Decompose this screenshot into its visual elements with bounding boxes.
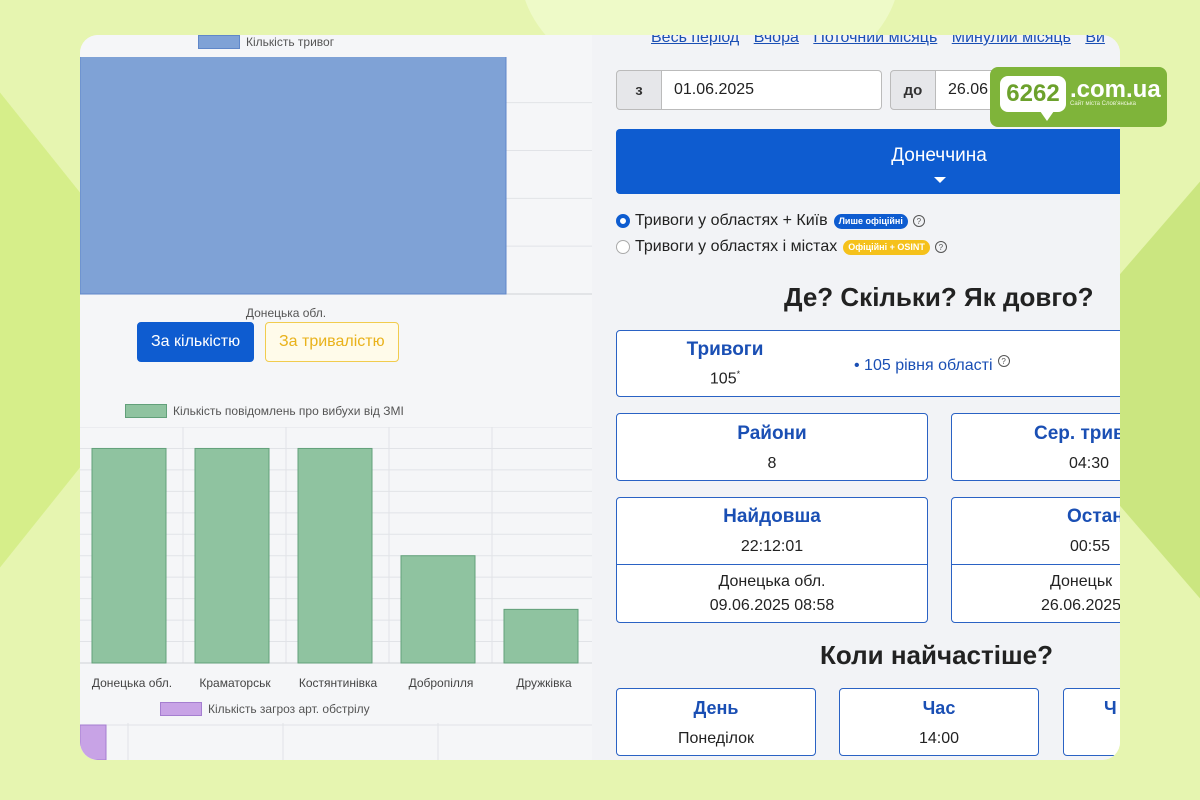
frequent-hour-value: 14:00: [918, 730, 960, 747]
last-alert-duration: 00:55: [1070, 538, 1111, 555]
radio-unselected-icon[interactable]: [616, 240, 630, 254]
legend-alerts[interactable]: Кількість тривог: [198, 35, 334, 49]
avg-duration-stat-box: Сер. трив 04:30: [951, 413, 1120, 481]
divider: [952, 564, 1120, 565]
legend-swatch-media: [125, 404, 167, 418]
help-icon[interactable]: ?: [912, 215, 925, 227]
frequent-day-title: День: [693, 698, 739, 718]
caret-down-icon: [934, 177, 946, 183]
radio-label-oblasts-cities: Тривоги у областях і містах: [635, 238, 838, 255]
period-link-more[interactable]: Ви: [1085, 35, 1105, 46]
bar-media-2: [297, 447, 373, 664]
section-title-where: Де? Скільки? Як довго?: [784, 282, 1094, 312]
last-alert-box: Остан 00:55 Донецьк 26.06.2025: [951, 497, 1120, 623]
longest-alert-region: Донецька обл.: [718, 573, 826, 590]
last-alert-title: Остан: [1067, 506, 1120, 527]
alerts-stat-note: • 105 рівня області?: [854, 355, 1010, 375]
period-links: Весь період Вчора Поточний місяць Минули…: [651, 35, 1115, 47]
help-icon[interactable]: ?: [934, 241, 947, 253]
longest-alert-title: Найдовша: [723, 506, 821, 527]
legend-label-media: Кількість повідомлень про вибухи від ЗМІ: [173, 404, 404, 418]
period-link-yesterday[interactable]: Вчора: [754, 35, 799, 46]
period-link-last-month[interactable]: Минулий місяць: [952, 35, 1071, 46]
bar-media-0: [91, 447, 167, 664]
badge-official-only: Лише офіційні: [833, 213, 908, 229]
region-select-button[interactable]: Донеччина: [616, 129, 1120, 194]
site-logo: 6262 .com.ua Сайт міста Слов'янська: [990, 67, 1167, 127]
section-title-when: Коли найчастіше?: [820, 640, 1053, 670]
districts-stat-value: 8: [767, 455, 777, 472]
date-to-label: до: [890, 70, 936, 110]
badge-official-osint: Офіційні + OSINT: [843, 239, 930, 255]
legend-swatch-alerts: [198, 35, 240, 49]
last-alert-date: 26.06.2025: [1041, 597, 1120, 614]
legend-label-alerts: Кількість тривог: [246, 35, 335, 49]
alerts-stat-box: Тривоги 105* • 105 рівня області?: [616, 330, 1120, 397]
region-select-label: Донеччина: [891, 145, 987, 166]
bar-media-1: [194, 447, 270, 664]
legend-artillery[interactable]: Кількість загроз арт. обстрілу: [160, 702, 370, 716]
logo-domain: .com.ua: [1070, 76, 1161, 103]
longest-alert-box: Найдовша 22:12:01 Донецька обл. 09.06.20…: [616, 497, 928, 623]
sort-by-duration-button[interactable]: За тривалістю: [265, 322, 399, 362]
help-icon[interactable]: ?: [997, 355, 1010, 367]
bar-media-3: [400, 555, 476, 664]
alerts-chart-category-label: Донецька обл.: [245, 306, 327, 320]
divider: [617, 564, 927, 565]
radio-option-oblasts-kyiv[interactable]: Тривоги у областях + Київ Лише офіційні …: [616, 212, 925, 230]
media-chart-category-label: Донецька обл.: [91, 676, 173, 690]
legend-label-artillery: Кількість загроз арт. обстрілу: [208, 702, 370, 716]
date-from-input[interactable]: 01.06.2025: [662, 70, 882, 110]
legend-media-reports[interactable]: Кількість повідомлень про вибухи від ЗМІ: [125, 404, 404, 418]
last-alert-region: Донецьк: [1050, 573, 1113, 590]
frequent-day-box: День Понеділок: [616, 688, 816, 756]
longest-alert-duration: 22:12:01: [740, 538, 804, 555]
avg-duration-stat-value: 04:30: [1069, 455, 1110, 472]
districts-stat-title: Райони: [737, 423, 807, 444]
alerts-stat-title: Тривоги: [686, 339, 764, 360]
sort-by-count-button[interactable]: За кількістю: [137, 322, 255, 362]
media-chart-category-label: Дружківка: [516, 676, 572, 690]
media-chart-category-label: Краматорськ: [199, 676, 271, 690]
period-link-current-month[interactable]: Поточний місяць: [813, 35, 937, 46]
alerts-stat-value: 105*: [709, 369, 741, 388]
charts-panel: Кількість тривог Донецька обл. За кількі…: [80, 35, 592, 760]
date-from-group: з 01.06.2025: [616, 70, 882, 110]
screenshot-card: Кількість тривог Донецька обл. За кількі…: [80, 35, 1120, 760]
stats-panel: Весь період Вчора Поточний місяць Минули…: [592, 35, 1120, 760]
frequent-third-box: Ч: [1063, 688, 1120, 756]
artillery-threats-chart: [80, 723, 592, 760]
districts-stat-box: Райони 8: [616, 413, 928, 481]
bar-artillery-partial: [80, 724, 107, 760]
media-reports-chart: [80, 427, 592, 664]
footnote-mark: *: [736, 369, 741, 379]
legend-swatch-artillery: [160, 702, 202, 716]
frequent-hour-box: Час 14:00: [839, 688, 1039, 756]
logo-tagline: Сайт міста Слов'янська: [1070, 101, 1136, 107]
frequent-third-title: Ч: [1104, 698, 1117, 718]
logo-number: 6262: [1000, 76, 1066, 112]
media-chart-category-label: Добропілля: [408, 676, 474, 690]
longest-alert-date: 09.06.2025 08:58: [709, 597, 835, 614]
avg-duration-stat-title: Сер. трив: [1034, 423, 1120, 444]
date-from-label: з: [616, 70, 662, 110]
bar-media-4: [503, 608, 579, 664]
radio-selected-icon[interactable]: [616, 214, 630, 228]
bar-alerts-0: [80, 57, 507, 295]
period-link-all[interactable]: Весь період: [651, 35, 739, 46]
logo-bubble-tail: [1040, 111, 1054, 121]
radio-option-oblasts-cities[interactable]: Тривоги у областях і містах Офіційні + O…: [616, 238, 947, 256]
alerts-count-chart: [80, 57, 592, 295]
radio-label-oblasts-kyiv: Тривоги у областях + Київ: [635, 212, 828, 229]
frequent-hour-title: Час: [922, 698, 956, 718]
media-chart-category-label: Костянтинівка: [298, 676, 378, 690]
frequent-day-value: Понеділок: [677, 730, 755, 747]
